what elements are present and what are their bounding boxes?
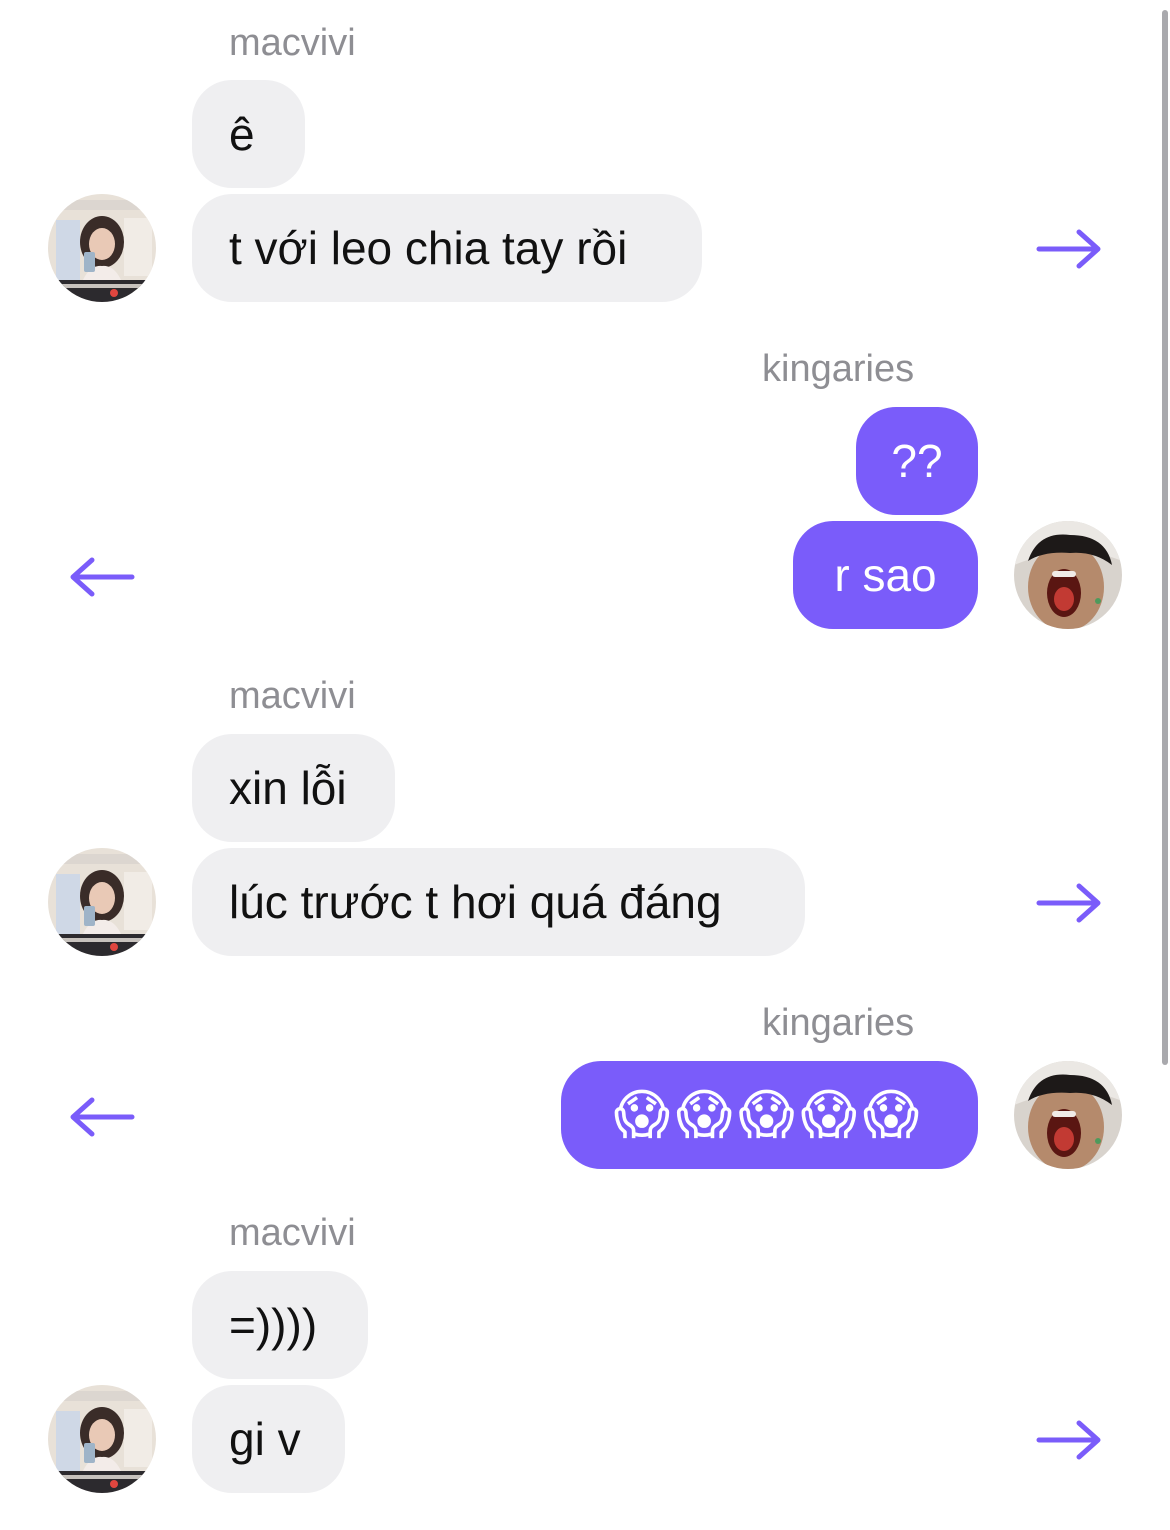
arrow-left-icon[interactable] [69,557,135,597]
message-text: ?? [891,435,943,487]
message-text: r sao [834,549,937,601]
message-text: =)))) [229,1299,318,1351]
avatar[interactable] [48,194,156,302]
arrow-left-icon[interactable] [69,1097,135,1137]
sender-name: macvivi [229,1212,356,1254]
avatar[interactable] [48,1385,156,1493]
message-text: ê [229,108,255,160]
message-bubble[interactable]: xin lỗi [192,734,395,842]
sender-name: macvivi [229,22,356,64]
avatar-photo-kingaries [1014,1061,1122,1169]
sender-name: macvivi [229,675,356,717]
message-bubble[interactable]: 😱😱😱😱😱 [561,1061,978,1169]
message-text: xin lỗi [229,762,347,814]
message-bubble[interactable]: gi v [192,1385,345,1493]
message-bubble[interactable]: r sao [793,521,978,629]
message-text: lúc trước t hơi quá đáng [229,876,722,928]
avatar[interactable] [1014,521,1122,629]
avatar-photo-macvivi [48,1385,156,1493]
message-text: 😱😱😱😱😱 [613,1085,926,1145]
arrow-right-icon[interactable] [1036,1420,1102,1460]
message-bubble[interactable]: ê [192,80,305,188]
message-bubble[interactable]: =)))) [192,1271,368,1379]
arrow-right-icon[interactable] [1036,229,1102,269]
avatar-photo-kingaries [1014,521,1122,629]
avatar-photo-macvivi [48,848,156,956]
scrollbar[interactable] [1162,10,1168,1065]
message-text: t với leo chia tay rồi [229,222,628,274]
sender-name: kingaries [762,1002,915,1044]
message-bubble[interactable]: lúc trước t hơi quá đáng [192,848,805,956]
sender-name: kingaries [762,348,915,390]
message-bubble[interactable]: ?? [856,407,978,515]
avatar[interactable] [48,848,156,956]
arrow-right-icon[interactable] [1036,883,1102,923]
message-text: gi v [229,1413,301,1465]
avatar[interactable] [1014,1061,1122,1169]
message-bubble[interactable]: t với leo chia tay rồi [192,194,702,302]
avatar-photo-macvivi [48,194,156,302]
